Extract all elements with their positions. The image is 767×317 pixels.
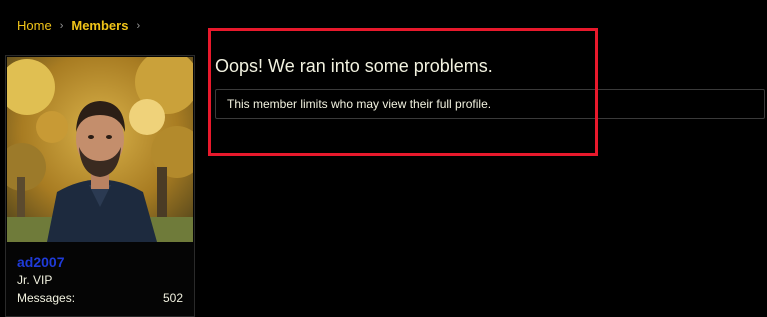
member-user-title: Jr. VIP xyxy=(17,273,53,287)
error-title: Oops! We ran into some problems. xyxy=(215,56,493,76)
breadcrumb: Home › Members › xyxy=(17,18,140,33)
member-username-link[interactable]: ad2007 xyxy=(17,254,64,270)
error-block: Oops! We ran into some problems. This me… xyxy=(215,56,767,119)
member-stat-messages: Messages: 502 xyxy=(17,291,183,305)
member-profile-card: ad2007 Jr. VIP Messages: 502 xyxy=(5,55,195,317)
error-message: This member limits who may view their fu… xyxy=(227,97,492,111)
breadcrumb-separator-icon: › xyxy=(136,19,141,32)
breadcrumb-home-link[interactable]: Home xyxy=(17,18,52,33)
avatar-photo xyxy=(7,57,193,242)
stat-value: 502 xyxy=(162,291,183,305)
error-message-box: This member limits who may view their fu… xyxy=(215,89,765,119)
breadcrumb-separator-icon: › xyxy=(59,19,64,32)
avatar[interactable] xyxy=(7,57,193,242)
breadcrumb-members-link[interactable]: Members xyxy=(71,18,128,33)
stat-label: Messages: xyxy=(17,291,76,305)
